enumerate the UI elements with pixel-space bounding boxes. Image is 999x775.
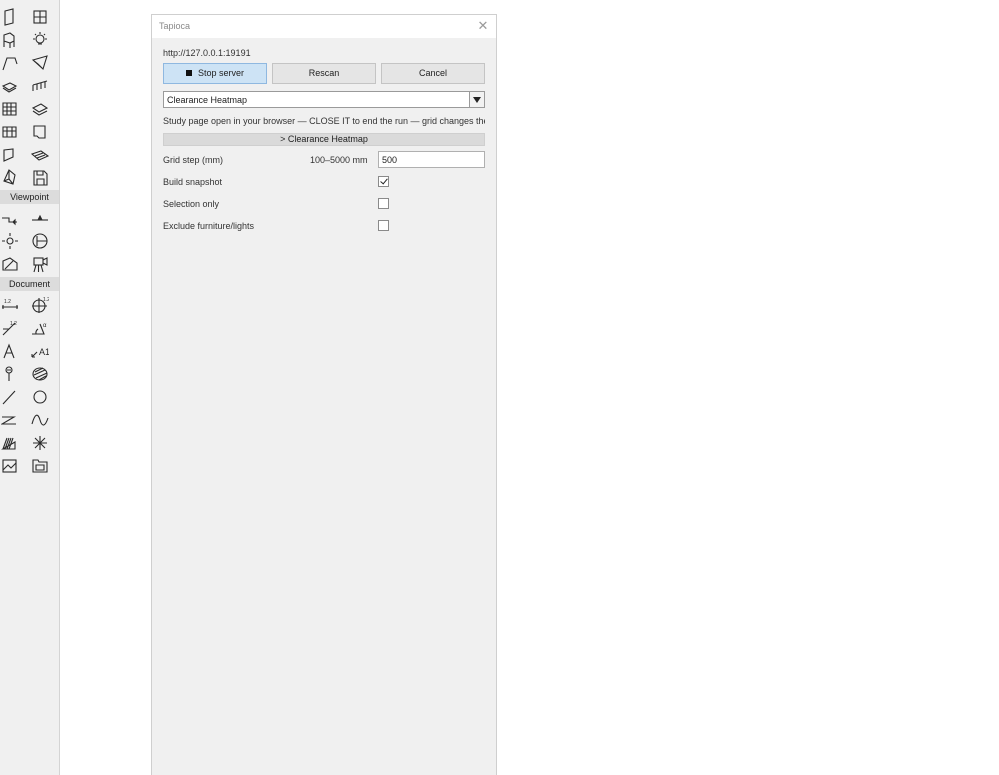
grid-step-range: 100–5000 mm	[310, 155, 368, 165]
zone-tool-icon[interactable]	[0, 364, 20, 384]
grid-step-input[interactable]	[378, 151, 485, 168]
server-url: http://127.0.0.1:19191	[163, 48, 251, 58]
dialog-title: Tapioca	[159, 21, 191, 31]
mesh-tool-icon[interactable]	[30, 145, 50, 165]
save-tool-icon[interactable]	[30, 168, 50, 188]
shell-tool-icon[interactable]	[0, 122, 20, 142]
grid-wall-tool-icon[interactable]	[0, 99, 20, 119]
object-tool-icon[interactable]	[0, 30, 20, 50]
window-tool-icon[interactable]	[30, 7, 50, 27]
fill-tool-icon[interactable]	[30, 364, 50, 384]
dimension-tool-icon[interactable]: 1.2	[0, 295, 20, 315]
interior-elevation-tool-icon[interactable]	[0, 231, 20, 251]
level-dimension-tool-icon[interactable]: 1.2	[0, 318, 20, 338]
railing-tool-icon[interactable]	[30, 53, 50, 73]
circle-tool-icon[interactable]	[30, 387, 50, 407]
hotspot-tool-icon[interactable]	[30, 433, 50, 453]
toolbox-panel: Viewpoint Document 1.2 1.2 1.2 α A1	[0, 0, 60, 775]
drawing-tool-icon[interactable]	[30, 456, 50, 476]
svg-text:1.2: 1.2	[4, 299, 11, 305]
svg-text:1.2: 1.2	[43, 297, 49, 303]
polyline-tool-icon[interactable]	[0, 410, 20, 430]
label-tool-icon[interactable]: A1	[30, 341, 50, 361]
close-icon[interactable]: ✕	[476, 18, 490, 34]
clearance-heatmap-section-header[interactable]: > Clearance Heatmap	[163, 133, 485, 146]
build-snapshot-checkbox[interactable]	[378, 176, 389, 187]
ramp-tool-icon[interactable]	[0, 76, 20, 96]
worksheet-tool-icon[interactable]	[30, 231, 50, 251]
stop-server-button[interactable]: Stop server	[163, 63, 267, 84]
lamp-tool-icon[interactable]	[30, 30, 50, 50]
section-tool-icon[interactable]	[0, 208, 20, 228]
selection-only-label: Selection only	[163, 199, 220, 209]
stop-icon	[185, 70, 192, 76]
book-tool-icon[interactable]	[30, 122, 50, 142]
line-tool-icon[interactable]	[0, 387, 20, 407]
curtain-wall-tool-icon[interactable]	[30, 76, 50, 96]
toolbox-section-document[interactable]: Document	[0, 277, 59, 291]
grid-step-label: Grid step (mm)	[163, 155, 224, 165]
spline-tool-icon[interactable]	[30, 410, 50, 430]
cancel-button[interactable]: Cancel	[381, 63, 485, 84]
detail-tool-icon[interactable]	[0, 254, 20, 274]
exclude-furniture-label: Exclude furniture/lights	[163, 221, 255, 231]
svg-text:α: α	[43, 323, 47, 329]
svg-text:A1: A1	[39, 347, 49, 357]
elevation-tool-icon[interactable]	[30, 208, 50, 228]
build-snapshot-label: Build snapshot	[163, 177, 223, 187]
dialog-titlebar[interactable]: Tapioca ✕	[152, 15, 496, 38]
study-select[interactable]: Clearance Heatmap	[163, 91, 485, 108]
hatch-tool-icon[interactable]	[0, 433, 20, 453]
morph-tool-icon[interactable]	[0, 168, 20, 188]
stop-server-label: Stop server	[197, 68, 245, 78]
study-info-text: Study page open in your browser — CLOSE …	[163, 116, 485, 126]
text-tool-icon[interactable]	[0, 341, 20, 361]
door-tool-icon[interactable]	[0, 7, 20, 27]
tapioca-dialog: Tapioca ✕ http://127.0.0.1:19191 Stop se…	[151, 14, 497, 775]
radial-dimension-tool-icon[interactable]: 1.2	[30, 295, 50, 315]
figure-tool-icon[interactable]	[0, 456, 20, 476]
angle-dimension-tool-icon[interactable]: α	[30, 318, 50, 338]
svg-text:1.2: 1.2	[10, 321, 17, 327]
wall-section-tool-icon[interactable]	[0, 145, 20, 165]
selection-only-checkbox[interactable]	[378, 198, 389, 209]
camera-tool-icon[interactable]	[30, 254, 50, 274]
stair-tool-icon[interactable]	[0, 53, 20, 73]
rescan-button[interactable]: Rescan	[272, 63, 376, 84]
toolbox-section-viewpoint[interactable]: Viewpoint	[0, 190, 59, 204]
slab-tool-icon[interactable]	[30, 99, 50, 119]
chevron-down-icon[interactable]	[469, 92, 484, 107]
study-select-value: Clearance Heatmap	[167, 95, 248, 105]
exclude-furniture-checkbox[interactable]	[378, 220, 389, 231]
